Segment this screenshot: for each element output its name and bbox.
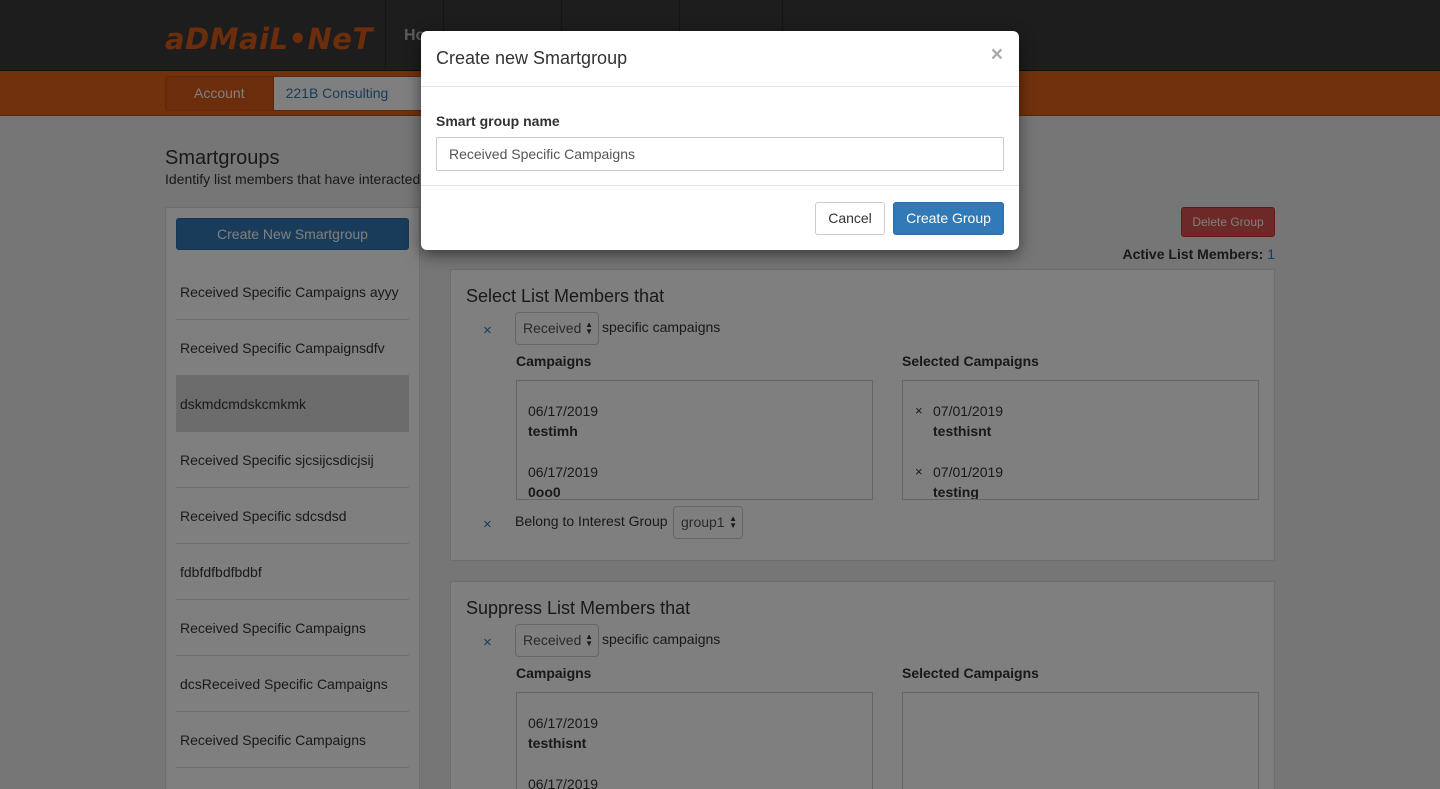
modal-header: Create new Smartgroup × [421, 31, 1019, 87]
modal-title: Create new Smartgroup [436, 48, 628, 68]
close-icon[interactable]: × [991, 44, 1003, 65]
modal-body: Smart group name [421, 87, 1019, 186]
modal-footer: Cancel Create Group [421, 186, 1019, 250]
smart-group-name-input[interactable] [436, 137, 1004, 171]
cancel-button[interactable]: Cancel [815, 202, 885, 235]
create-smartgroup-modal: Create new Smartgroup × Smart group name… [421, 31, 1019, 250]
create-group-button[interactable]: Create Group [893, 202, 1004, 235]
smart-group-name-label: Smart group name [436, 113, 560, 129]
